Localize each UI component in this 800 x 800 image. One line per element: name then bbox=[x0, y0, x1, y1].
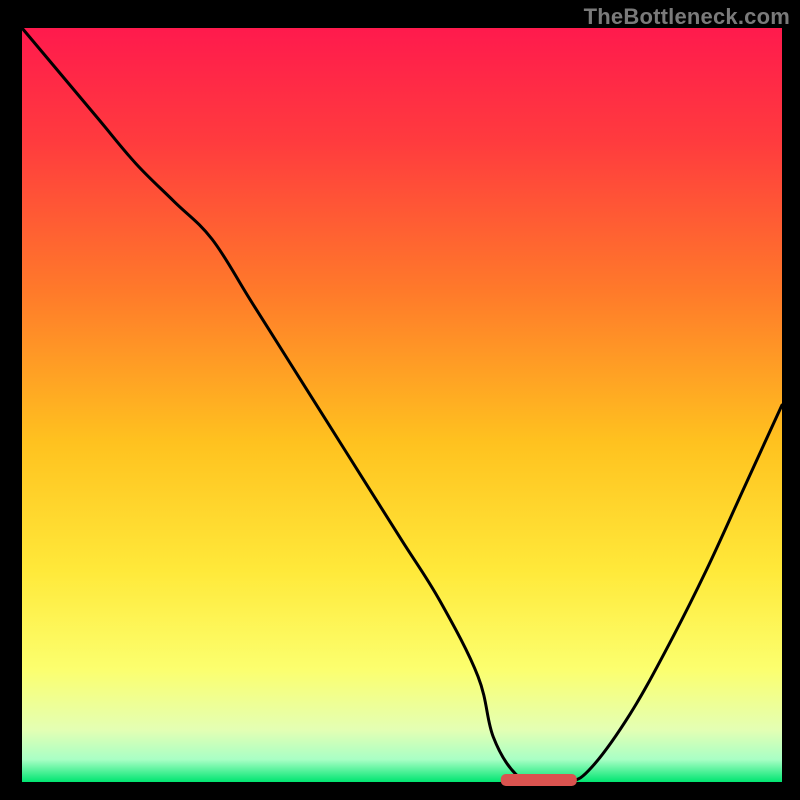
sweet-spot-marker bbox=[501, 774, 577, 786]
bottleneck-curve-chart bbox=[0, 0, 800, 800]
attribution-label: TheBottleneck.com bbox=[584, 4, 790, 30]
plot-background bbox=[22, 28, 782, 782]
chart-container: TheBottleneck.com bbox=[0, 0, 800, 800]
